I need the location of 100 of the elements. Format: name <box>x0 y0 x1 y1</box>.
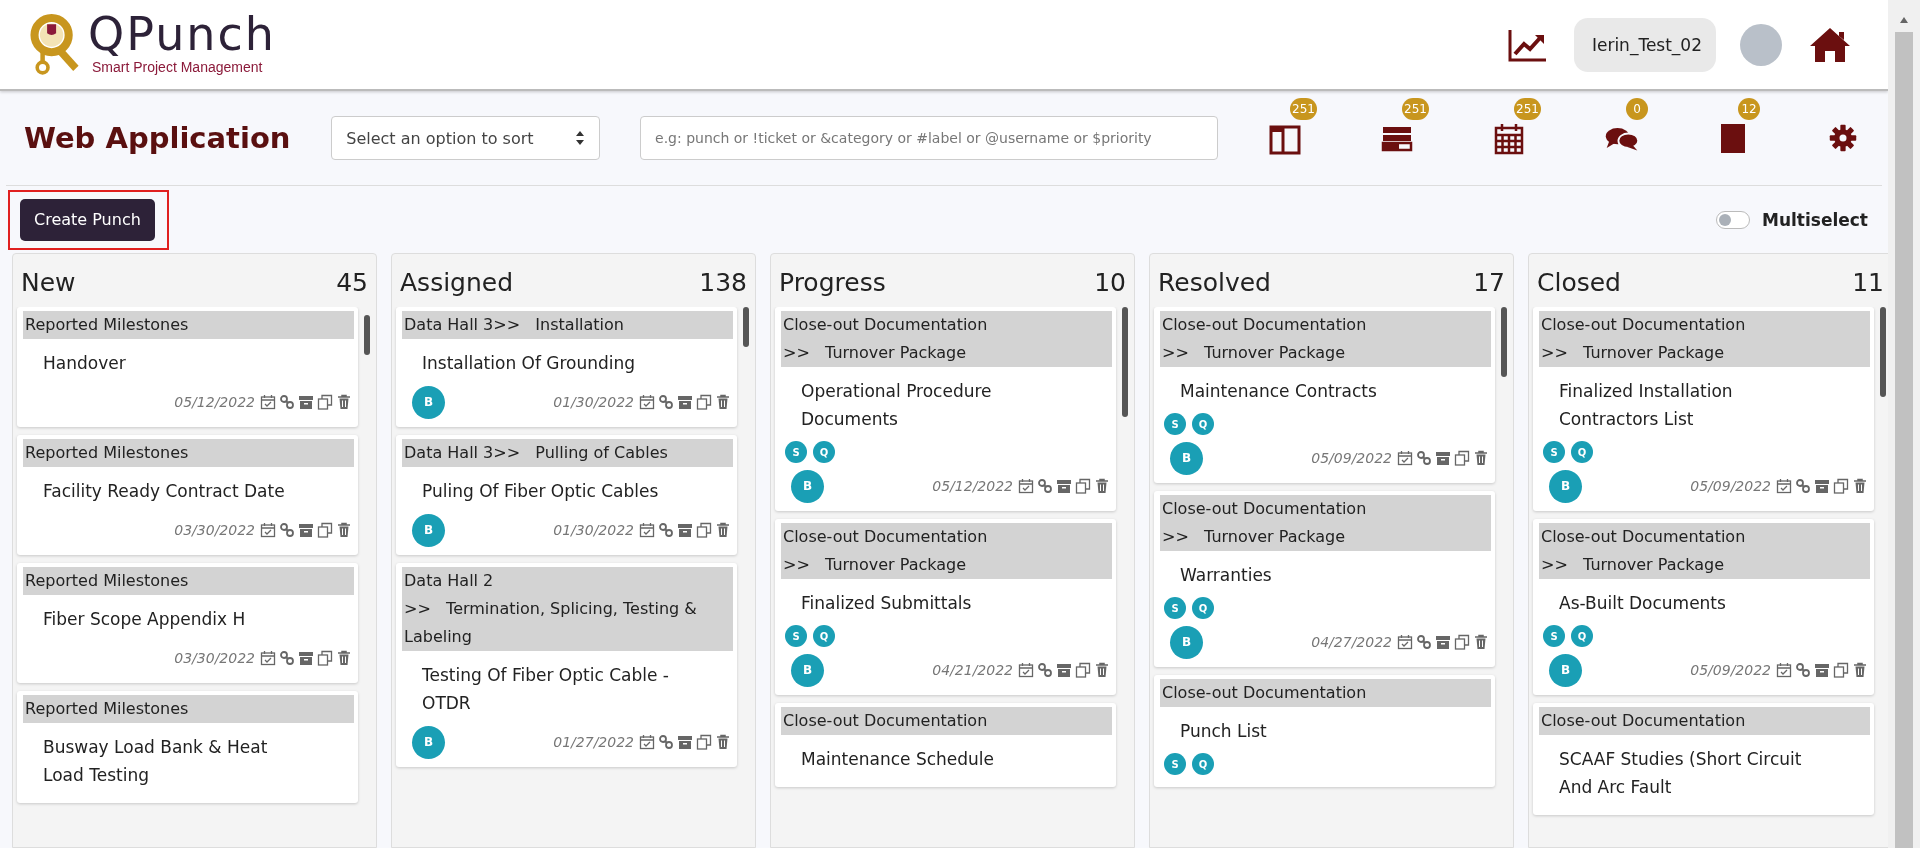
column-title: New <box>21 268 76 297</box>
calendar-check-icon[interactable] <box>1397 450 1413 466</box>
link-icon[interactable] <box>279 394 295 410</box>
trend-chart-icon[interactable] <box>1507 27 1548 62</box>
scrollbar-thumb[interactable] <box>1880 307 1886 397</box>
scrollbar-thumb[interactable] <box>743 307 749 347</box>
scrollbar-thumb[interactable] <box>1501 307 1507 377</box>
calendar-check-icon[interactable] <box>639 734 655 750</box>
calendar-check-icon[interactable] <box>1018 478 1034 494</box>
trash-icon[interactable] <box>336 522 352 538</box>
trash-icon[interactable] <box>1473 634 1489 650</box>
scroll-up-icon[interactable] <box>1899 16 1909 24</box>
copy-icon[interactable] <box>1833 478 1849 494</box>
punch-card[interactable]: Close-out Documentation Punch List S Q <box>1154 675 1495 787</box>
punch-card[interactable]: Close-out Documentation >> Turnover Package Operational Procedure Documents S Q B 05/12/2022 <box>775 307 1116 511</box>
punch-card[interactable]: Close-out Documentation >> Turnover Package Finalized Installation Contractors List S Q B 05/09/2022 <box>1533 307 1874 511</box>
punch-card[interactable]: Close-out Documentation Maintenance Schedule <box>775 703 1116 787</box>
punch-card[interactable]: Close-out Documentation SCAAF Studies (Short Circuit And Arc Fault <box>1533 703 1874 815</box>
link-icon[interactable] <box>658 734 674 750</box>
calendar-check-icon[interactable] <box>1018 662 1034 678</box>
archive-icon[interactable] <box>1814 478 1830 494</box>
punch-card[interactable]: Reported Milestones Busway Load Bank & Heat Load Testing <box>17 691 358 803</box>
punch-card[interactable]: Reported Milestones Fiber Scope Appendix H 03/30/2022 <box>17 563 358 683</box>
archive-icon[interactable] <box>1056 662 1072 678</box>
link-icon[interactable] <box>279 522 295 538</box>
calendar-check-icon[interactable] <box>260 650 276 666</box>
trash-icon[interactable] <box>715 734 731 750</box>
calendar-grid-icon[interactable] <box>1492 121 1526 155</box>
link-icon[interactable] <box>279 650 295 666</box>
trash-icon[interactable] <box>336 394 352 410</box>
link-icon[interactable] <box>658 394 674 410</box>
punch-card[interactable]: Data Hall 3>> Pulling of Cables Puling Of Fiber Optic Cables B 01/30/2022 <box>396 435 737 555</box>
copy-icon[interactable] <box>317 394 333 410</box>
search-field[interactable]: e.g: punch or !ticket or &category or #label or @username or $priority <box>640 116 1218 160</box>
copy-icon[interactable] <box>696 522 712 538</box>
trash-icon[interactable] <box>1094 662 1110 678</box>
archive-icon[interactable] <box>298 522 314 538</box>
punch-card[interactable]: Data Hall 2 >> Termination, Splicing, Testing & Labeling Testing Of Fiber Optic Cable - OTDR B 01/27/2022 <box>396 563 737 767</box>
trash-icon[interactable] <box>715 394 731 410</box>
copy-icon[interactable] <box>1454 634 1470 650</box>
copy-icon[interactable] <box>317 650 333 666</box>
scrollbar-thumb[interactable] <box>1122 307 1128 417</box>
archive-icon[interactable] <box>677 734 693 750</box>
punch-title: Fiber Scope Appendix H <box>42 608 247 631</box>
link-icon[interactable] <box>1795 662 1811 678</box>
link-icon[interactable] <box>1037 662 1053 678</box>
trash-icon[interactable] <box>1473 450 1489 466</box>
category-text: Close-out Documentation <box>1162 683 1367 702</box>
trash-icon[interactable] <box>715 522 731 538</box>
archive-icon[interactable] <box>1814 662 1830 678</box>
copy-icon[interactable] <box>1075 478 1091 494</box>
copy-icon[interactable] <box>696 394 712 410</box>
home-icon[interactable] <box>1808 25 1852 64</box>
calendar-check-icon[interactable] <box>260 522 276 538</box>
category-text: Close-out Documentation <box>783 711 988 730</box>
copy-icon[interactable] <box>1075 662 1091 678</box>
archive-icon[interactable] <box>1056 478 1072 494</box>
user-button[interactable]: Ierin_Test_02 <box>1573 17 1716 72</box>
trash-icon[interactable] <box>1852 662 1868 678</box>
archive-icon[interactable] <box>1435 450 1451 466</box>
trash-icon[interactable] <box>336 650 352 666</box>
link-icon[interactable] <box>1416 450 1432 466</box>
calendar-check-icon[interactable] <box>1397 634 1413 650</box>
calendar-check-icon[interactable] <box>639 522 655 538</box>
link-icon[interactable] <box>1795 478 1811 494</box>
punch-card[interactable]: Reported Milestones Handover 05/12/2022 <box>17 307 358 427</box>
link-icon[interactable] <box>1416 634 1432 650</box>
punch-card[interactable]: Close-out Documentation >> Turnover Package Finalized Submittals S Q B 04/21/2022 <box>775 519 1116 695</box>
link-icon[interactable] <box>658 522 674 538</box>
page-scrollbar[interactable] <box>1888 0 1920 848</box>
copy-icon[interactable] <box>317 522 333 538</box>
trash-icon[interactable] <box>1852 478 1868 494</box>
settings-icon[interactable] <box>1828 123 1858 153</box>
calendar-check-icon[interactable] <box>1776 662 1792 678</box>
subcategory-text: >> Termination, Splicing, Testing & Labeling <box>404 598 698 648</box>
archive-icon[interactable] <box>1435 634 1451 650</box>
archive-icon[interactable] <box>298 650 314 666</box>
punch-card[interactable]: Close-out Documentation >> Turnover Package Warranties S Q B 04/27/2022 <box>1154 491 1495 667</box>
punch-card[interactable]: Close-out Documentation >> Turnover Package Maintenance Contracts S Q B 05/09/2022 <box>1154 307 1495 483</box>
punch-card[interactable]: Close-out Documentation >> Turnover Package As-Built Documents S Q B 05/09/2022 <box>1533 519 1874 695</box>
archive-icon[interactable] <box>677 522 693 538</box>
page-scrollbar-thumb[interactable] <box>1895 32 1913 848</box>
link-icon[interactable] <box>1037 478 1053 494</box>
copy-icon[interactable] <box>1833 662 1849 678</box>
calendar-check-icon[interactable] <box>639 394 655 410</box>
scrollbar-thumb[interactable] <box>364 315 370 355</box>
tag-badge: Q <box>1571 441 1593 463</box>
calendar-check-icon[interactable] <box>260 394 276 410</box>
multiselect-toggle[interactable] <box>1716 210 1750 229</box>
punch-card[interactable]: Reported Milestones Facility Ready Contract Date 03/30/2022 <box>17 435 358 555</box>
sort-select[interactable]: Select an option to sort <box>331 116 601 160</box>
copy-icon[interactable] <box>1454 450 1470 466</box>
copy-icon[interactable] <box>696 734 712 750</box>
punch-card[interactable]: Data Hall 3>> Installation Installation Of Grounding B 01/30/2022 <box>396 307 737 427</box>
trash-icon[interactable] <box>1094 478 1110 494</box>
archive-icon[interactable] <box>298 394 314 410</box>
create-punch-button[interactable]: Create Punch <box>20 198 155 241</box>
archive-icon[interactable] <box>677 394 693 410</box>
due-date: 05/12/2022 <box>932 478 1013 494</box>
calendar-check-icon[interactable] <box>1776 478 1792 494</box>
